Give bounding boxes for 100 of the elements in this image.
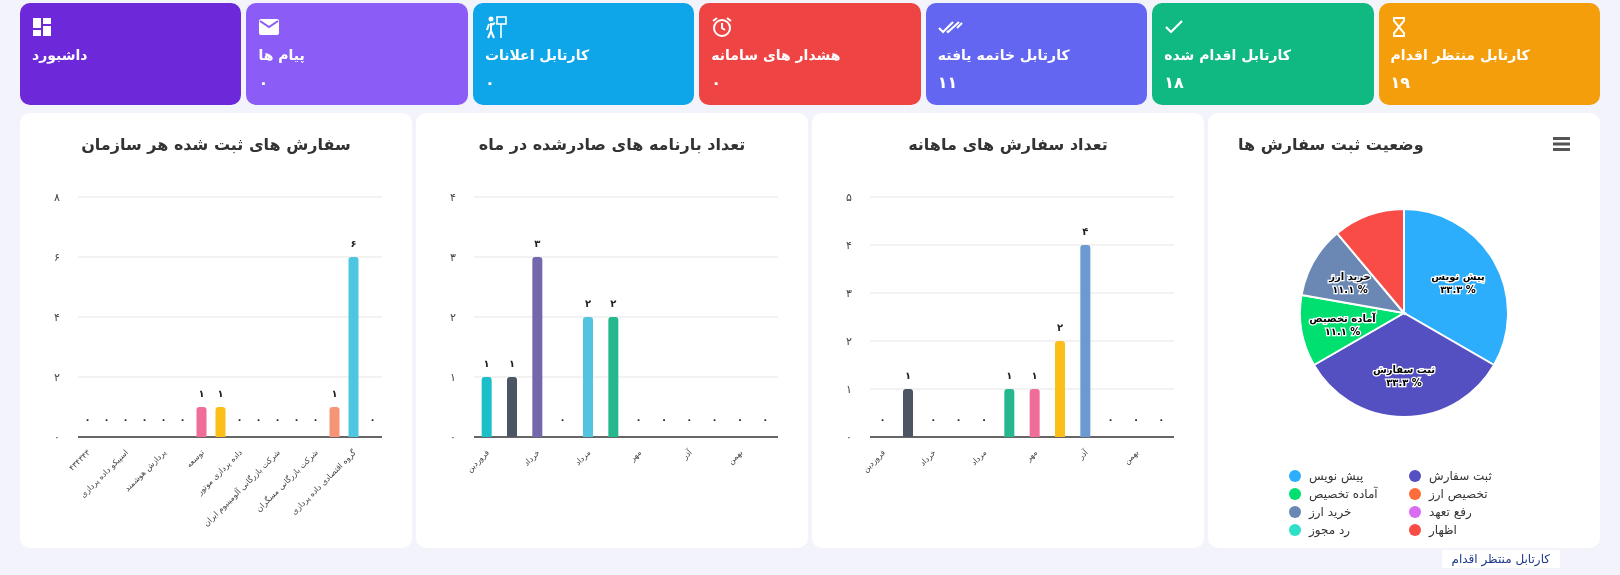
- card-title: کارتابل اقدام شده: [1164, 47, 1291, 63]
- bar[interactable]: [1029, 389, 1040, 437]
- hourglass-icon: [1390, 17, 1407, 37]
- legend-label: آماده تخصیص: [1309, 487, 1378, 501]
- card-count: ۰: [484, 73, 495, 92]
- bar[interactable]: [329, 407, 340, 437]
- stat-card[interactable]: پیام ها ۰: [246, 3, 468, 105]
- value-label: ۰: [312, 414, 319, 425]
- person-sign-icon: [484, 15, 507, 39]
- bar[interactable]: [196, 407, 207, 437]
- y-axis-label: ۲: [846, 335, 852, 348]
- value-label: ۰: [762, 414, 769, 425]
- stat-card[interactable]: هشدار های سامانه ۰: [699, 3, 921, 105]
- value-label: ۱: [1006, 370, 1013, 381]
- x-axis-label: آذر: [680, 448, 694, 462]
- value-label: ۰: [879, 414, 886, 425]
- bar[interactable]: [481, 377, 492, 437]
- value-label: ۰: [369, 414, 376, 425]
- value-label: ۶: [350, 238, 357, 249]
- value-label: ۰: [635, 414, 642, 425]
- stat-card[interactable]: داشبورد: [20, 3, 242, 105]
- x-axis-label: مهر: [627, 448, 644, 464]
- value-label: ۰: [236, 414, 243, 425]
- y-axis-label: ۵: [846, 191, 852, 204]
- pie-slice[interactable]: [1403, 208, 1509, 366]
- value-label: ۱: [1031, 370, 1038, 381]
- legend-item[interactable]: اظهار: [1409, 523, 1519, 537]
- y-axis-label: ۰: [846, 431, 852, 444]
- legend-label: پیش نویس: [1309, 469, 1364, 483]
- check-icon: [1164, 19, 1185, 35]
- value-label: ۰: [955, 414, 962, 425]
- x-axis-label: خرداد: [918, 448, 938, 468]
- x-axis-label: مرداد: [573, 448, 593, 468]
- legend-item[interactable]: خرید ارز: [1289, 505, 1409, 519]
- card-title: پیام ها: [258, 47, 305, 63]
- value-label: ۱: [198, 388, 205, 399]
- value-label: ۱: [904, 370, 912, 381]
- legend-label: رفع تعهد: [1429, 505, 1472, 519]
- y-axis-label: ۲: [450, 311, 456, 324]
- card-count: ۱۸: [1164, 73, 1184, 92]
- slice-percent: ۳۳.۳ %: [1386, 377, 1422, 389]
- menu-icon[interactable]: [1553, 137, 1570, 151]
- y-axis-label: ۱: [846, 383, 852, 396]
- chart-title: وضعیت ثبت سفارش ها: [1238, 134, 1424, 154]
- value-label: ۲: [610, 298, 617, 309]
- card-title: داشبورد: [32, 47, 88, 63]
- value-label: ۰: [103, 414, 110, 425]
- y-axis-label: ۶: [54, 251, 60, 264]
- value-label: ۱: [331, 388, 338, 399]
- bar[interactable]: [1004, 389, 1015, 437]
- legend-item[interactable]: رد مجوز: [1289, 523, 1409, 537]
- value-label: ۰: [141, 414, 148, 425]
- slice-label: خرید ارز: [1329, 270, 1371, 282]
- bar[interactable]: [532, 257, 543, 437]
- x-axis-label: فروردین: [465, 448, 492, 475]
- value-label: ۲: [1056, 322, 1064, 333]
- legend-label: رد مجوز: [1309, 523, 1351, 537]
- value-label: ۰: [736, 414, 744, 425]
- legend-item[interactable]: رفع تعهد: [1409, 505, 1519, 519]
- bar[interactable]: [1080, 245, 1091, 437]
- dashboard-icon: [32, 17, 53, 37]
- legend-item[interactable]: ثبت سفارش: [1409, 469, 1519, 483]
- bar[interactable]: [348, 257, 359, 437]
- card-title: کارتابل منتظر اقدام: [1390, 47, 1530, 63]
- x-axis-label: خرداد: [522, 448, 542, 468]
- bar[interactable]: [608, 317, 619, 437]
- y-axis-label: ۴: [450, 191, 456, 204]
- y-axis-label: ۳: [450, 251, 456, 264]
- card-count: ۱۱: [937, 73, 958, 92]
- x-axis-label: ۴۳۴۳۴۳: [67, 448, 92, 473]
- card-count: ۱۹: [1390, 73, 1411, 92]
- stat-card[interactable]: کارتابل خاتمه یافته ۱۱: [925, 3, 1148, 105]
- value-label: ۰: [930, 414, 937, 425]
- value-label: ۰: [122, 414, 129, 425]
- value-label: ۰: [1158, 414, 1165, 425]
- y-axis-label: ۴: [846, 239, 852, 252]
- bar[interactable]: [215, 407, 226, 437]
- card-title: کارتابل خاتمه یافته: [937, 47, 1070, 63]
- slice-label: ثبت سفارش: [1372, 364, 1436, 376]
- chart-title: تعداد بارنامه های صادرشده در ماه: [478, 134, 746, 154]
- slice-label: آماده تخصیص: [1309, 312, 1376, 324]
- legend-item[interactable]: تخصیص ارز: [1409, 487, 1519, 501]
- legend-item[interactable]: پیش نویس: [1289, 469, 1409, 483]
- legend-item[interactable]: آماده تخصیص: [1289, 487, 1409, 501]
- x-axis-label: توسعه: [184, 448, 206, 470]
- card-title: هشدار های سامانه: [711, 47, 841, 63]
- x-axis-label: مهر: [1023, 448, 1040, 464]
- value-label: ۰: [274, 414, 281, 425]
- card-title: کارتابل اعلانات: [484, 47, 590, 63]
- y-axis-label: ۳: [846, 287, 852, 300]
- value-label: ۰: [1132, 414, 1140, 425]
- value-label: ۰: [980, 414, 988, 425]
- pie-slice[interactable]: [1312, 312, 1496, 418]
- value-label: ۰: [160, 414, 167, 425]
- value-label: ۰: [179, 414, 186, 425]
- y-axis-label: ۰: [54, 431, 60, 444]
- double-check-icon: [937, 19, 964, 35]
- x-axis-label: مرداد: [969, 448, 989, 468]
- legend-label: ثبت سفارش: [1429, 469, 1492, 483]
- envelope-icon: [258, 18, 281, 36]
